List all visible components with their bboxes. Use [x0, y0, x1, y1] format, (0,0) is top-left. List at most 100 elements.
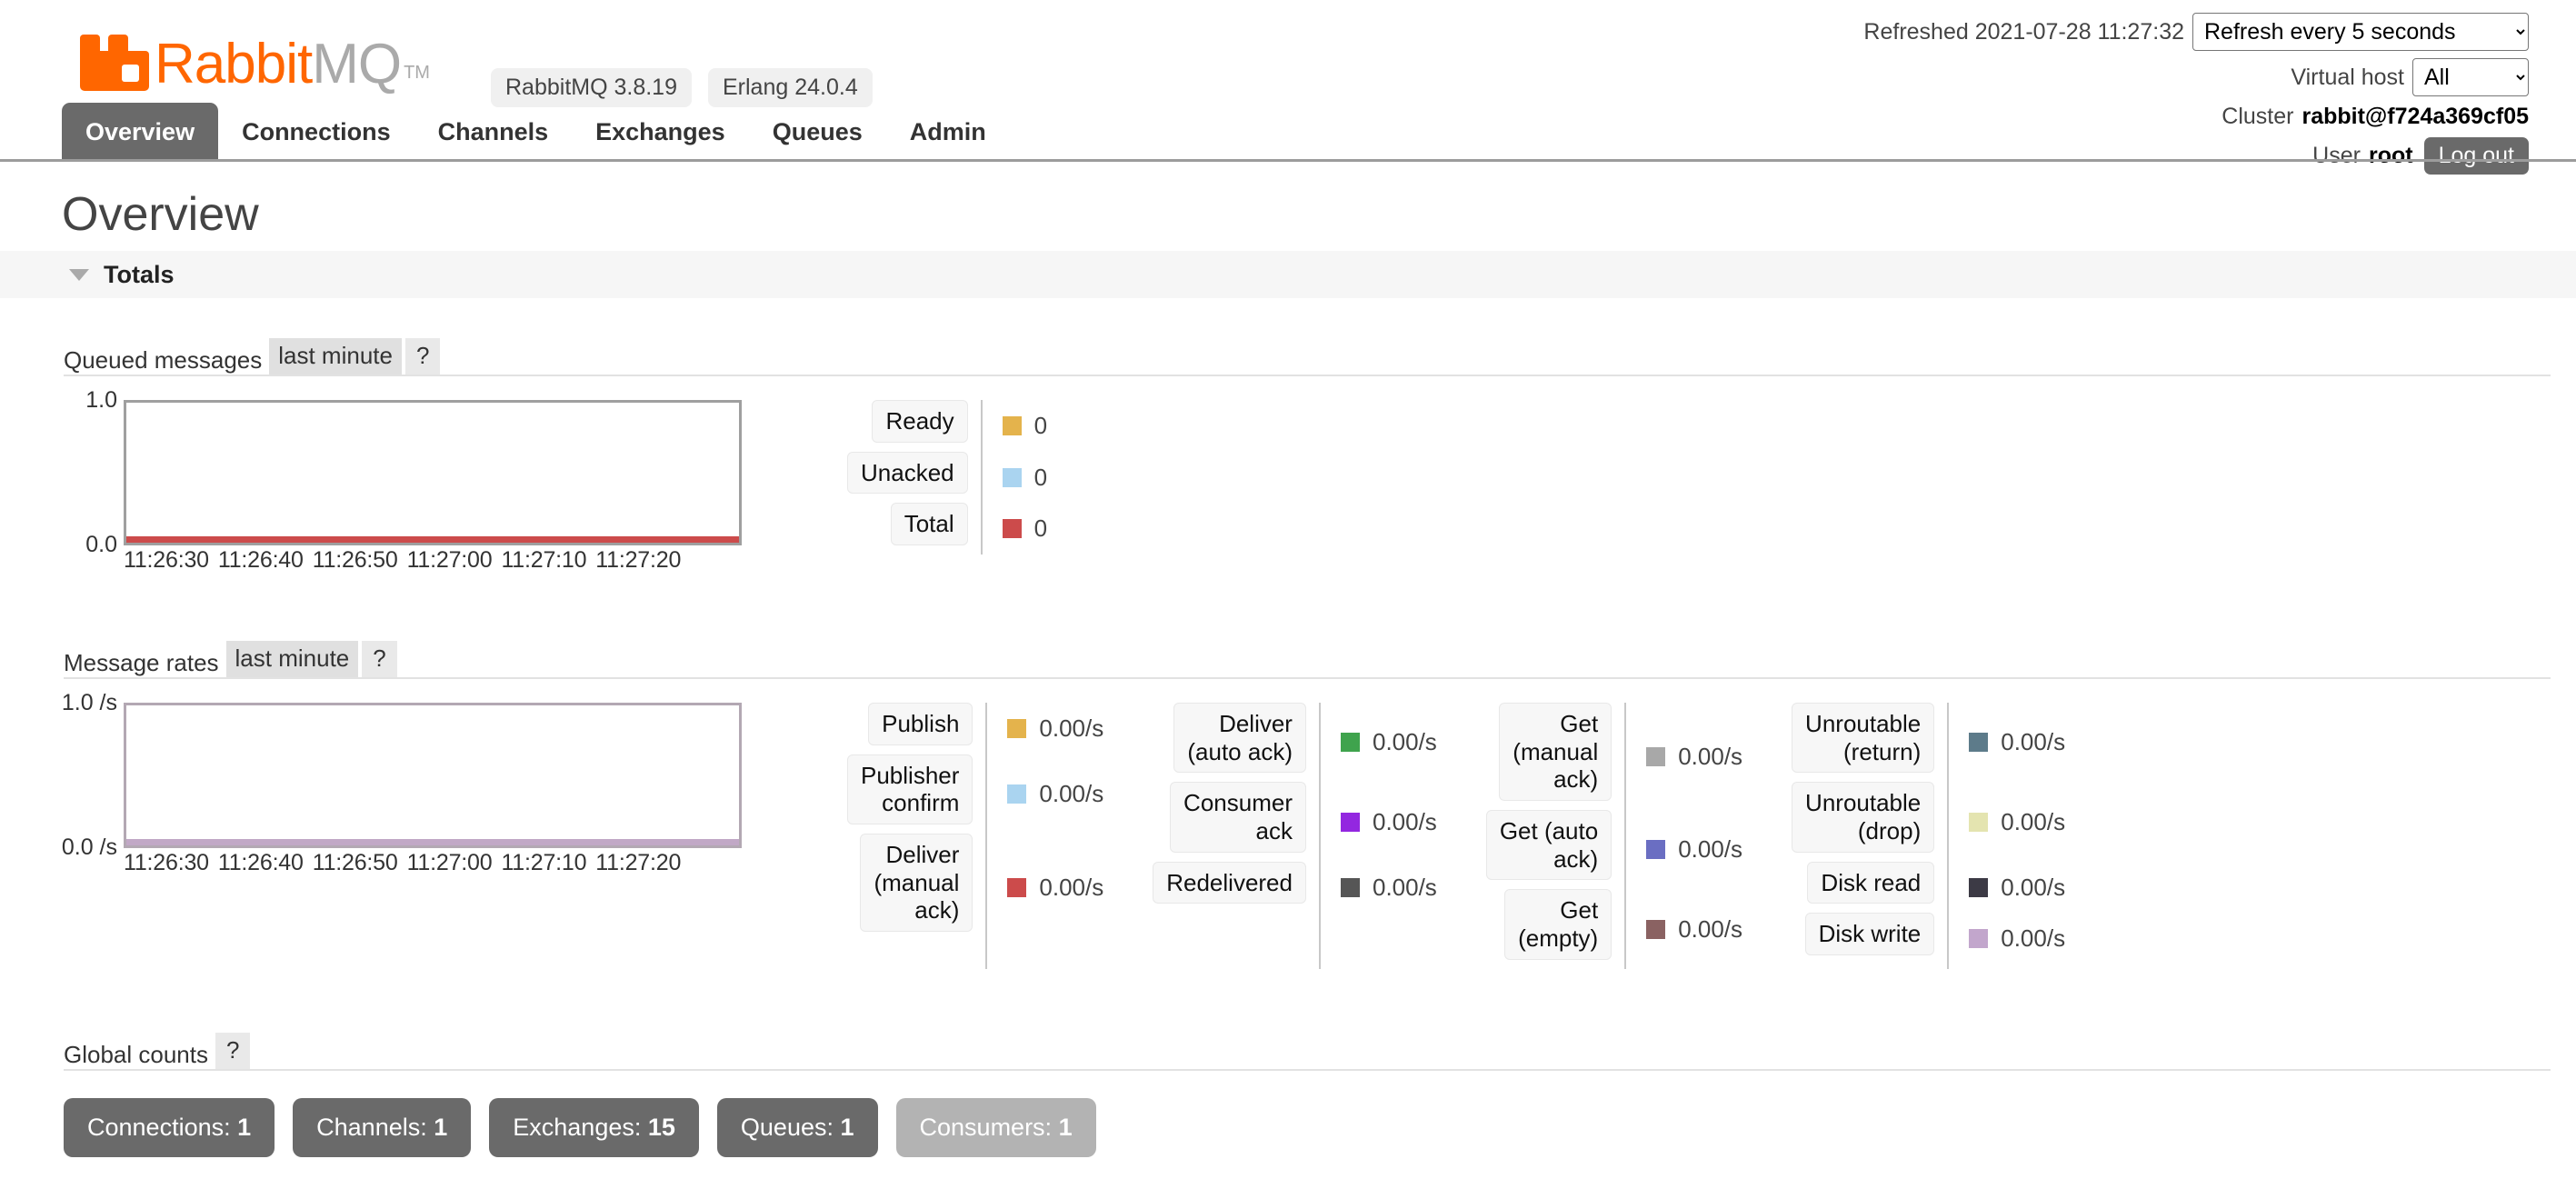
- legend-value-row: 0.00/s: [1007, 754, 1103, 834]
- legend-value-row: 0.00/s: [1969, 703, 2065, 782]
- y-tick-min: 0.0 /s: [62, 834, 117, 861]
- global-count-exchanges[interactable]: Exchanges: 15: [489, 1098, 699, 1157]
- section-header-totals[interactable]: Totals: [0, 251, 2576, 298]
- legend-label-button[interactable]: Unroutable (drop): [1792, 782, 1934, 852]
- legend-value-row: 0: [1003, 452, 1047, 504]
- series-line-total: [126, 536, 739, 543]
- logout-button[interactable]: Log out: [2424, 137, 2529, 175]
- legend-color-swatch: [1969, 733, 1988, 752]
- legend-labels: Deliver (auto ack) Consumer ack Redelivere…: [1153, 703, 1319, 969]
- main-nav-tabs: OverviewConnectionsChannelsExchangesQueu…: [62, 98, 1010, 162]
- x-tick: 11:26:40: [218, 547, 304, 574]
- message-rates-header: Message rates last minute ?: [0, 637, 2576, 679]
- tab-connections[interactable]: Connections: [218, 103, 414, 162]
- tab-overview[interactable]: Overview: [62, 103, 218, 162]
- divider: [64, 677, 2551, 679]
- legend-value: 0.00/s: [1039, 874, 1103, 902]
- legend-value: 0.00/s: [1373, 728, 1437, 756]
- legend-value: 0.00/s: [1678, 743, 1742, 771]
- legend-color-swatch: [1007, 719, 1026, 738]
- legend-color-swatch: [1341, 733, 1360, 752]
- page-title: Overview: [62, 187, 2576, 242]
- legend-value-row: 0.00/s: [1969, 913, 2065, 964]
- series-line-baseline: [126, 839, 739, 845]
- legend-value: 0.00/s: [1373, 874, 1437, 902]
- tab-channels[interactable]: Channels: [414, 103, 573, 162]
- message-rates-help-icon[interactable]: ?: [362, 641, 396, 677]
- legend-color-swatch: [1003, 416, 1022, 435]
- global-counts-header: Global counts ?: [0, 1029, 2576, 1071]
- tab-admin[interactable]: Admin: [886, 103, 1010, 162]
- global-count-connections[interactable]: Connections: 1: [64, 1098, 275, 1157]
- legend-label-button[interactable]: Unroutable (return): [1792, 703, 1934, 773]
- legend-label-button[interactable]: Ready: [872, 400, 967, 443]
- logo-trademark: TM: [404, 63, 430, 84]
- legend-value: 0.00/s: [1678, 835, 1742, 864]
- queued-messages-chart-row: 1.0 0.0 11:26:3011:26:4011:26:5011:27:00…: [0, 400, 2576, 574]
- message-rates-title: Message rates: [64, 649, 219, 677]
- legend-label-button[interactable]: Deliver (manual ack): [860, 834, 973, 932]
- rabbitmq-logo-icon: [80, 35, 149, 91]
- legend-color-swatch: [1969, 813, 1988, 832]
- legend-labels: Get (manual ack) Get (auto ack) Get (empty…: [1486, 703, 1624, 969]
- legend-label-button[interactable]: Disk read: [1807, 862, 1934, 904]
- app-header: RabbitMQTM RabbitMQ 3.8.19 Erlang 24.0.4…: [0, 0, 2576, 162]
- legend-column: ReadyUnackedTotal000: [847, 400, 1047, 555]
- rates-x-axis: 11:26:3011:26:4011:26:5011:27:0011:27:10…: [124, 850, 800, 876]
- x-tick: 11:26:50: [313, 850, 398, 876]
- count-value: 1: [427, 1114, 448, 1141]
- vhost-select[interactable]: All/: [2412, 58, 2529, 96]
- x-tick: 11:27:20: [595, 547, 681, 574]
- legend-color-swatch: [1341, 813, 1360, 832]
- queued-messages-help-icon[interactable]: ?: [405, 338, 440, 375]
- legend-label-button[interactable]: Get (auto ack): [1486, 810, 1612, 880]
- legend-label-button[interactable]: Total: [891, 503, 968, 545]
- tab-exchanges[interactable]: Exchanges: [572, 103, 749, 162]
- legend-color-swatch: [1969, 878, 1988, 897]
- global-count-channels[interactable]: Channels: 1: [293, 1098, 471, 1157]
- message-rates-period-tab[interactable]: last minute: [226, 641, 359, 677]
- global-counts-help-icon[interactable]: ?: [215, 1033, 250, 1069]
- legend-value-row: 0.00/s: [1969, 782, 2065, 861]
- cluster-label: Cluster: [2222, 104, 2293, 130]
- legend-column: Get (manual ack) Get (auto ack) Get (empty…: [1486, 703, 1742, 969]
- cluster-row: Cluster rabbit@f724a369cf05: [1863, 104, 2529, 130]
- count-label: Connections:: [87, 1114, 231, 1141]
- legend-column: Publish Publisher confirm Deliver (manual …: [847, 703, 1103, 969]
- refresh-interval-select[interactable]: Refresh every 5 secondsRefresh every 10 …: [2192, 13, 2529, 51]
- legend-label-button[interactable]: Publisher confirm: [847, 754, 973, 824]
- legend-label-button[interactable]: Publish: [868, 703, 973, 745]
- legend-label-button[interactable]: Deliver (auto ack): [1173, 703, 1306, 773]
- queued-y-axis: 1.0 0.0: [64, 400, 124, 545]
- queued-messages-period-tab[interactable]: last minute: [269, 338, 402, 375]
- queued-messages-chart: 1.0 0.0 11:26:3011:26:4011:26:5011:27:00…: [64, 400, 800, 574]
- legend-color-swatch: [1341, 878, 1360, 897]
- legend-label-button[interactable]: Disk write: [1805, 913, 1935, 955]
- legend-value-row: 0.00/s: [1646, 703, 1742, 810]
- vhost-label: Virtual host: [2291, 65, 2404, 91]
- legend-label-button[interactable]: Get (empty): [1504, 889, 1612, 959]
- legend-value-row: 0.00/s: [1007, 834, 1103, 941]
- legend-label-button[interactable]: Unacked: [847, 452, 968, 495]
- legend-label-button[interactable]: Consumer ack: [1170, 782, 1306, 852]
- legend-color-swatch: [1646, 747, 1665, 766]
- legend-value: 0.00/s: [2001, 808, 2065, 836]
- legend-label-button[interactable]: Get (manual ack): [1499, 703, 1612, 801]
- count-label: Consumers:: [920, 1114, 1053, 1141]
- legend-color-swatch: [1969, 929, 1988, 948]
- legend-values: 0.00/s0.00/s0.00/s: [1319, 703, 1437, 969]
- legend-label-button[interactable]: Redelivered: [1153, 862, 1306, 904]
- legend-labels: Unroutable (return) Unroutable (drop) Disk…: [1792, 703, 1947, 969]
- message-rates-legend: Publish Publisher confirm Deliver (manual …: [847, 703, 2065, 969]
- tab-queues[interactable]: Queues: [749, 103, 886, 162]
- count-value: 15: [641, 1114, 675, 1141]
- nav-underline: [0, 159, 2576, 162]
- global-count-queues[interactable]: Queues: 1: [717, 1098, 878, 1157]
- message-rates-chart-row: 1.0 /s 0.0 /s 11:26:3011:26:4011:26:5011…: [0, 703, 2576, 969]
- y-tick-max: 1.0 /s: [62, 690, 117, 716]
- rabbitmq-logo[interactable]: RabbitMQTM: [80, 35, 430, 91]
- user-label: User: [2312, 143, 2361, 169]
- legend-values: 0.00/s0.00/s0.00/s0.00/s: [1947, 703, 2065, 969]
- x-tick: 11:27:10: [501, 850, 586, 876]
- global-count-consumers[interactable]: Consumers: 1: [896, 1098, 1096, 1157]
